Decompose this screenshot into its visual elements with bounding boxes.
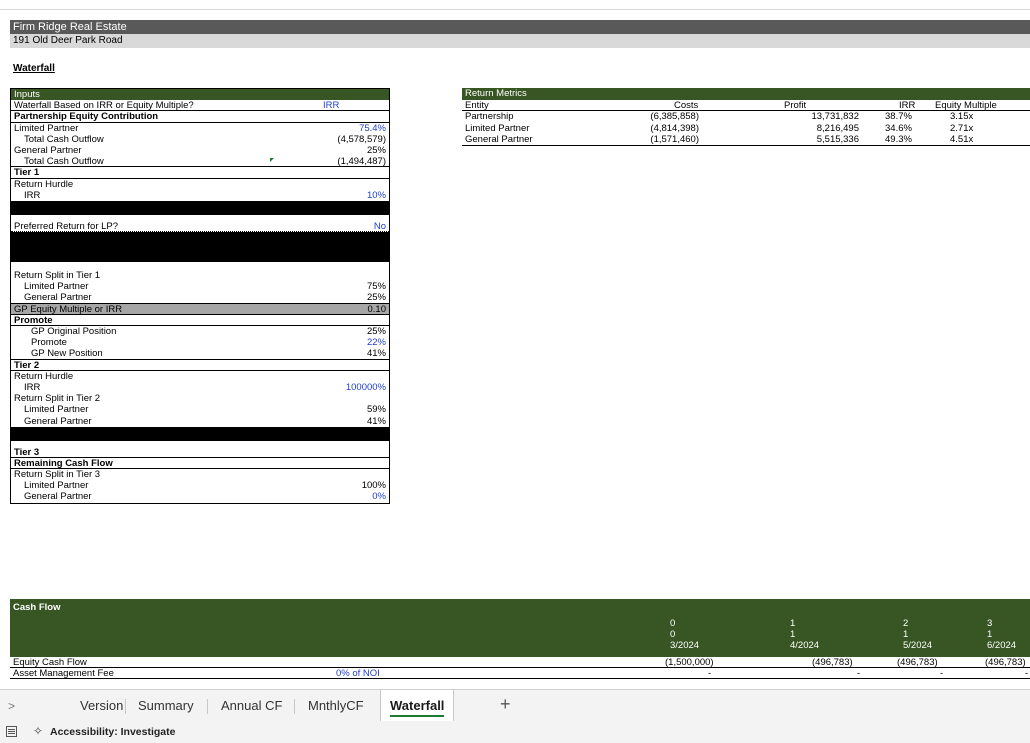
sheet-tab-bar: > Version Summary Annual CF MnthlyCF Wat… <box>0 689 1030 722</box>
company-name: Firm Ridge Real Estate <box>10 20 1030 34</box>
equity-cash-flow-row[interactable]: Equity Cash Flow (1,500,000) (496,783) (… <box>10 657 1030 668</box>
cash-flow-table: Cash Flow 0 0 3/2024 1 1 4/2024 2 1 5/2024 316… <box>10 599 1030 679</box>
gp-new-row[interactable]: GP New Position 41% <box>11 348 389 360</box>
remaining-cf-row: Remaining Cash Flow <box>11 458 389 470</box>
split2-row: Return Split in Tier 2 <box>14 393 101 405</box>
promote-header-row: Promote <box>11 315 389 326</box>
inputs-table: Inputs Waterfall Based on IRR or Equity … <box>10 88 390 504</box>
lp-tco-row[interactable]: Total Cash Outflow (4,578,579) <box>11 134 389 145</box>
waterfall-basis-value[interactable]: IRR <box>323 100 339 111</box>
cell-comment-indicator-icon <box>270 158 274 162</box>
period-3: 3 1 6/2024 <box>987 618 1017 651</box>
waterfall-basis-row[interactable]: Waterfall Based on IRR or Equity Multipl… <box>11 100 389 112</box>
tier2-row: Tier 2 <box>11 360 389 371</box>
metrics-row-gp[interactable]: General Partner (1,571,460) 5,515,336 49.3%… <box>462 134 1030 146</box>
tab-separator <box>125 699 126 714</box>
gp-tco-row[interactable]: Total Cash Outflow (1,494,487) <box>11 156 389 168</box>
accessibility-icon[interactable]: ✧ <box>33 724 43 738</box>
spreadsheet-grid[interactable]: Firm Ridge Real Estate 191 Old Deer Park… <box>0 0 1030 689</box>
period-0: 0 0 3/2024 <box>670 618 700 651</box>
inputs-header: Inputs <box>11 89 389 101</box>
pref-return-row[interactable]: Preferred Return for LP? No <box>11 221 389 233</box>
metrics-row-lp[interactable]: Limited Partner (4,814,398) 8,216,495 34.6%… <box>462 123 1030 135</box>
tab-separator <box>294 699 295 714</box>
tab-summary[interactable]: Summary <box>138 690 194 722</box>
split1-gp-row[interactable]: General Partner 25% <box>11 292 389 304</box>
tier3-row: Tier 3 <box>11 447 389 458</box>
hidden-row <box>11 200 389 215</box>
metrics-column-headers: Entity Costs Profit IRR Equity Multiple <box>462 100 1030 111</box>
column-header-area <box>0 0 1030 10</box>
cash-flow-header: Cash Flow 0 0 3/2024 1 1 4/2024 2 1 5/2024 316… <box>10 599 1030 657</box>
spacer-row <box>11 262 389 270</box>
hidden-row <box>11 426 389 441</box>
tab-annual-cf[interactable]: Annual CF <box>221 690 282 722</box>
gp-row[interactable]: General Partner 25% <box>11 145 389 156</box>
split1-row: Return Split in Tier 1 <box>14 270 101 282</box>
gp-em-row[interactable]: GP Equity Multiple or IRR 0.10 <box>11 303 389 315</box>
gp-original-row[interactable]: GP Original Position 25% <box>11 326 389 337</box>
section-title: Waterfall <box>13 63 55 74</box>
accessibility-status[interactable]: Accessibility: Investigate <box>50 726 175 738</box>
property-address: 191 Old Deer Park Road <box>10 34 1030 48</box>
tab-version[interactable]: Version <box>80 690 123 722</box>
split1-lp-row[interactable]: Limited Partner 75% <box>11 281 389 292</box>
sheet-view-icon[interactable] <box>6 726 17 737</box>
promote-row[interactable]: Promote 22% <box>11 337 389 348</box>
status-bar: ✧ Accessibility: Investigate <box>0 721 1030 743</box>
add-sheet-icon[interactable]: + <box>500 694 511 715</box>
tab-monthly-cf[interactable]: MnthlyCF <box>308 690 364 722</box>
metrics-header: Return Metrics <box>462 88 1030 100</box>
tier1-row: Tier 1 <box>11 167 389 179</box>
hidden-block <box>11 232 389 263</box>
pec-row: Partnership Equity Contribution <box>11 111 389 123</box>
split3-lp-row[interactable]: Limited Partner 100% <box>11 480 389 491</box>
lp-row[interactable]: Limited Partner 75.4% <box>11 123 389 134</box>
metrics-row-partnership[interactable]: Partnership (6,385,858) 13,731,832 38.7% 3.1… <box>462 111 1030 123</box>
return-hurdle-row: Return Hurdle <box>14 178 74 190</box>
split2-lp-row[interactable]: Limited Partner 59% <box>11 404 389 415</box>
tab-waterfall[interactable]: Waterfall <box>380 690 455 722</box>
split3-row: Return Split in Tier 3 <box>14 469 101 481</box>
scroll-tabs-right-icon[interactable]: > <box>8 699 15 713</box>
split2-gp-row[interactable]: General Partner 41% <box>11 416 389 427</box>
return-hurdle2-row: Return Hurdle <box>14 370 74 382</box>
return-metrics-table: Return Metrics Entity Costs Profit IRR E… <box>462 88 1030 146</box>
tier1-irr-row[interactable]: IRR 10% <box>11 190 389 201</box>
tab-separator <box>207 699 208 714</box>
period-1: 1 1 4/2024 <box>790 618 820 651</box>
asset-management-fee-row[interactable]: Asset Management Fee 0% of NOI - - - - <box>10 668 1030 679</box>
split3-gp-row[interactable]: General Partner 0% <box>11 491 389 502</box>
period-2: 2 1 5/2024 <box>903 618 933 651</box>
tier2-irr-row[interactable]: IRR 100000% <box>11 382 389 393</box>
